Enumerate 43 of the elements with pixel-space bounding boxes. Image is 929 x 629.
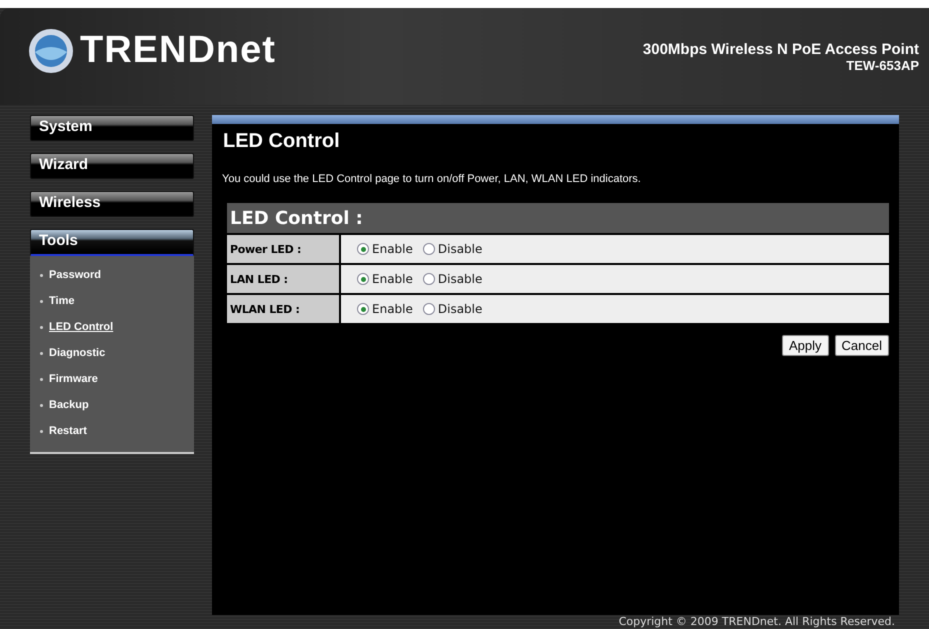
form-button[interactable]: Cancel: [834, 335, 889, 356]
bullet-icon: [40, 274, 43, 276]
page-title: LED Control: [223, 130, 341, 153]
form-button[interactable]: Apply: [782, 335, 829, 356]
brand-name: TRENDnet: [80, 29, 276, 72]
globe-logo-icon: [28, 28, 74, 74]
model-number: TEW-653AP: [846, 58, 919, 72]
row-label: LAN LED :: [227, 265, 339, 293]
menu-item[interactable]: System: [30, 115, 194, 141]
radio-label: Enable: [372, 272, 413, 286]
submenu-link[interactable]: LED Control: [49, 321, 114, 333]
bullet-icon: [40, 404, 43, 406]
radio-button[interactable]: [422, 273, 435, 285]
radio-button[interactable]: [422, 303, 435, 315]
submenu-link[interactable]: Firmware: [49, 373, 98, 385]
radio-button[interactable]: [357, 303, 369, 315]
page-description: You could use the LED Control page to turn on/off Power, LAN, WLAN LED indicators.: [222, 173, 642, 185]
radio-button[interactable]: [357, 273, 369, 285]
bullet-icon: [40, 430, 43, 432]
radio-label: Enable: [372, 302, 413, 316]
radio-button[interactable]: [357, 243, 369, 255]
submenu-link[interactable]: Password: [49, 269, 101, 281]
submenu-link[interactable]: Diagnostic: [49, 347, 106, 359]
copyright-text: Copyright © 2009 TRENDnet. All Rights Reserved.: [618, 615, 895, 628]
bullet-icon: [40, 352, 43, 354]
menu-item[interactable]: Wizard: [30, 153, 194, 179]
submenu-link[interactable]: Time: [49, 295, 74, 307]
radio-label: Disable: [438, 242, 482, 256]
radio-label: Disable: [438, 302, 482, 316]
radio-button[interactable]: [422, 243, 435, 255]
bullet-icon: [40, 300, 43, 302]
row-label: Power LED :: [227, 235, 339, 263]
row-label: WLAN LED :: [227, 295, 339, 323]
bullet-icon: [40, 326, 43, 328]
bullet-icon: [40, 378, 43, 380]
submenu-link[interactable]: Restart: [49, 425, 87, 437]
product-name: 300Mbps Wireless N PoE Access Point: [642, 40, 919, 58]
submenu-link[interactable]: Backup: [49, 399, 89, 411]
radio-label: Enable: [372, 242, 413, 256]
radio-label: Disable: [438, 272, 482, 286]
menu-item[interactable]: Tools: [30, 229, 194, 256]
menu-item[interactable]: Wireless: [30, 191, 194, 217]
section-header: LED Control :: [227, 203, 889, 233]
